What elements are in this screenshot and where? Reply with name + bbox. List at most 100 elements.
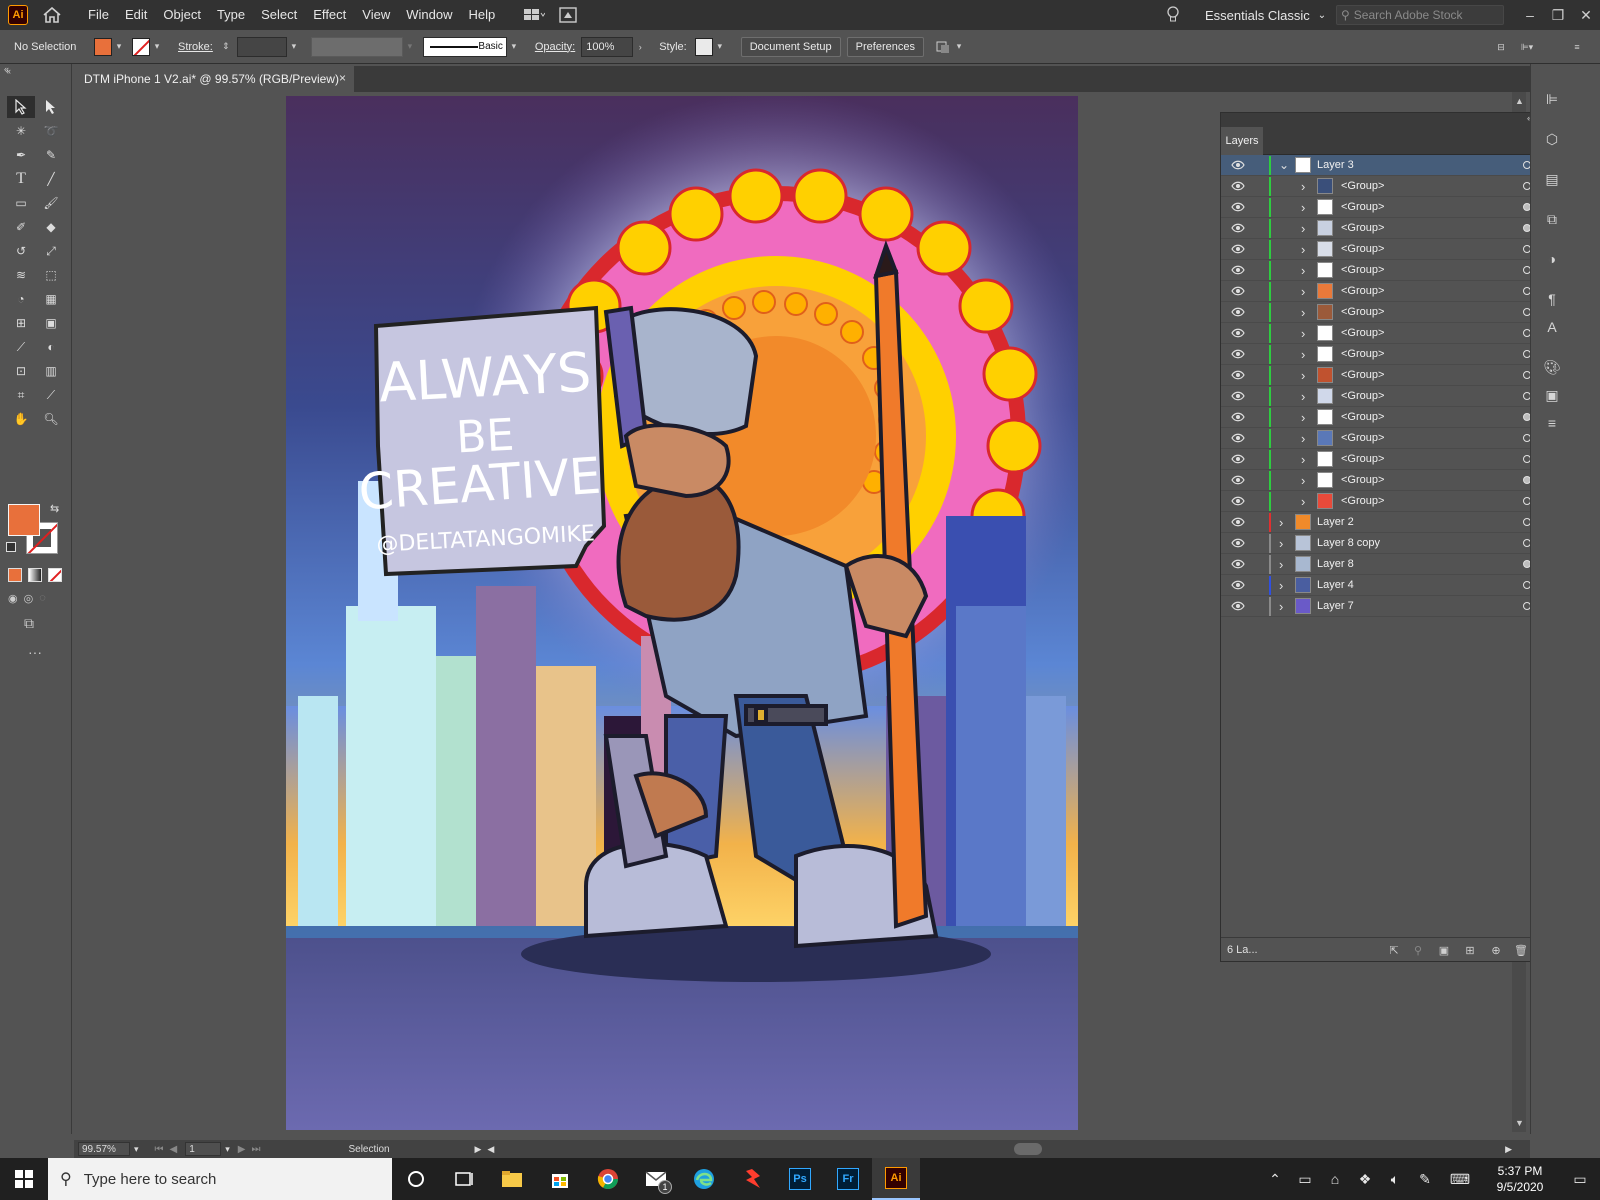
- illustrator-icon[interactable]: Ai: [872, 1158, 920, 1200]
- store-icon[interactable]: [536, 1158, 584, 1200]
- restore-icon[interactable]: ❐: [1544, 7, 1572, 24]
- sublayer-row[interactable]: › <Group>: [1221, 323, 1555, 344]
- layer-name[interactable]: <Group>: [1341, 327, 1384, 339]
- warp-tool-icon[interactable]: ≋: [7, 264, 35, 286]
- chevron-right-icon[interactable]: ›: [1279, 599, 1283, 614]
- paragraph-panel-icon[interactable]: ¶: [1541, 288, 1563, 310]
- chevron-right-icon[interactable]: ›: [1301, 284, 1305, 299]
- visibility-eye-icon[interactable]: [1231, 223, 1245, 233]
- free-transform-tool-icon[interactable]: ⬚: [37, 264, 65, 286]
- lock-toggle[interactable]: [1249, 492, 1263, 511]
- sublayer-row[interactable]: › <Group>: [1221, 344, 1555, 365]
- sublayer-row[interactable]: › <Group>: [1221, 365, 1555, 386]
- color-mode-icon[interactable]: [8, 568, 22, 582]
- column-graph-tool-icon[interactable]: ▥: [37, 360, 65, 382]
- brush-dropdown-icon[interactable]: ▾: [507, 38, 521, 56]
- lock-toggle[interactable]: [1249, 366, 1263, 385]
- align-icon[interactable]: ⊟: [1494, 38, 1508, 56]
- lock-toggle[interactable]: [1249, 555, 1263, 574]
- chevron-right-icon[interactable]: ›: [1301, 431, 1305, 446]
- visibility-eye-icon[interactable]: [1231, 286, 1245, 296]
- sublayer-row[interactable]: › <Group>: [1221, 302, 1555, 323]
- artboard-tool-icon[interactable]: ⌗: [7, 384, 35, 406]
- appearance-panel-icon[interactable]: ◑: [1541, 248, 1563, 270]
- perspective-grid-tool-icon[interactable]: ▦: [37, 288, 65, 310]
- visibility-eye-icon[interactable]: [1231, 328, 1245, 338]
- lock-toggle[interactable]: [1249, 156, 1263, 175]
- mesh-tool-icon[interactable]: ⊞: [7, 312, 35, 334]
- layer-name[interactable]: Layer 7: [1317, 600, 1354, 612]
- lock-toggle[interactable]: [1249, 534, 1263, 553]
- fill-color-button[interactable]: [94, 37, 112, 56]
- brush-definition[interactable]: Basic: [422, 36, 507, 57]
- opacity-label[interactable]: Opacity:: [535, 41, 575, 53]
- layer-name[interactable]: <Group>: [1341, 306, 1384, 318]
- layer-row[interactable]: › Layer 8 copy: [1221, 533, 1555, 554]
- keyboard-icon[interactable]: ⌨: [1440, 1158, 1480, 1200]
- lasso-tool-icon[interactable]: ➰: [37, 120, 65, 142]
- fill-dropdown-icon[interactable]: ▾: [112, 38, 126, 56]
- network-icon[interactable]: ⌂: [1320, 1158, 1350, 1200]
- chevron-right-icon[interactable]: ›: [1301, 221, 1305, 236]
- layer-name[interactable]: <Group>: [1341, 243, 1384, 255]
- rotate-tool-icon[interactable]: ↺: [7, 240, 35, 262]
- layer-name[interactable]: Layer 4: [1317, 579, 1354, 591]
- draw-behind-icon[interactable]: ◎: [24, 592, 34, 605]
- style-dropdown-icon[interactable]: ▾: [713, 38, 727, 56]
- chevron-right-icon[interactable]: ›: [1301, 179, 1305, 194]
- pen-tool-icon[interactable]: ✒: [7, 144, 35, 166]
- visibility-eye-icon[interactable]: [1231, 181, 1245, 191]
- layer-row[interactable]: › Layer 4: [1221, 575, 1555, 596]
- distribute-icon[interactable]: ⊫▾: [1516, 38, 1538, 56]
- color-panel-icon[interactable]: 🎨︎: [1541, 356, 1563, 378]
- document-tab[interactable]: DTM iPhone 1 V2.ai* @ 99.57% (RGB/Previe…: [74, 66, 354, 92]
- libraries-panel-icon[interactable]: ⬡: [1541, 128, 1563, 150]
- document-setup-button[interactable]: Document Setup: [740, 36, 841, 57]
- symbol-sprayer-tool-icon[interactable]: ⊡: [7, 360, 35, 382]
- sublayer-row[interactable]: › <Group>: [1221, 197, 1555, 218]
- chevron-right-icon[interactable]: ›: [1301, 200, 1305, 215]
- visibility-eye-icon[interactable]: [1231, 202, 1245, 212]
- mail-icon[interactable]: 1: [632, 1158, 680, 1200]
- sublayer-row[interactable]: › <Group>: [1221, 449, 1555, 470]
- visibility-eye-icon[interactable]: [1231, 538, 1245, 548]
- battery-icon[interactable]: ▭: [1290, 1158, 1320, 1200]
- eyedropper-tool-icon[interactable]: ⟋: [7, 336, 35, 358]
- opacity-arrow-icon[interactable]: ›: [633, 38, 647, 56]
- clock[interactable]: 5:37 PM 9/5/2020: [1480, 1163, 1560, 1195]
- layer-row[interactable]: › Layer 8: [1221, 554, 1555, 575]
- hand-tool-icon[interactable]: ✋: [7, 408, 35, 430]
- visibility-eye-icon[interactable]: [1231, 244, 1245, 254]
- preferences-button[interactable]: Preferences: [846, 36, 924, 57]
- visibility-eye-icon[interactable]: [1231, 580, 1245, 590]
- app-icon[interactable]: [728, 1158, 776, 1200]
- screen-mode-icon[interactable]: ⧉: [24, 615, 34, 632]
- arrange-documents-icon[interactable]: [521, 4, 547, 26]
- home-icon[interactable]: [40, 4, 64, 26]
- sublayer-row[interactable]: › <Group>: [1221, 386, 1555, 407]
- lock-toggle[interactable]: [1249, 345, 1263, 364]
- sublayer-row[interactable]: › <Group>: [1221, 176, 1555, 197]
- layer-name[interactable]: <Group>: [1341, 390, 1384, 402]
- visibility-eye-icon[interactable]: [1231, 517, 1245, 527]
- layer-name[interactable]: <Group>: [1341, 222, 1384, 234]
- none-mode-icon[interactable]: [48, 568, 62, 582]
- chevron-right-icon[interactable]: ›: [1279, 578, 1283, 593]
- lock-toggle[interactable]: [1249, 576, 1263, 595]
- volume-icon[interactable]: 🔈︎: [1380, 1158, 1410, 1200]
- lock-toggle[interactable]: [1249, 261, 1263, 280]
- chevron-right-icon[interactable]: ›: [1279, 557, 1283, 572]
- chevron-right-icon[interactable]: ›: [1301, 389, 1305, 404]
- menu-view[interactable]: View: [354, 0, 398, 30]
- menu-type[interactable]: Type: [209, 0, 253, 30]
- panel-menu-icon[interactable]: ≡: [1570, 38, 1584, 56]
- lock-toggle[interactable]: [1249, 471, 1263, 490]
- photoshop-icon[interactable]: Ps: [776, 1158, 824, 1200]
- chevron-right-icon[interactable]: ›: [1279, 515, 1283, 530]
- type-tool-icon[interactable]: T: [7, 168, 35, 190]
- chevron-right-icon[interactable]: ›: [1301, 452, 1305, 467]
- profile-dropdown-icon[interactable]: ▾: [403, 38, 417, 56]
- properties-panel-icon[interactable]: ▤: [1541, 168, 1563, 190]
- sublayer-row[interactable]: › <Group>: [1221, 218, 1555, 239]
- locate-object-icon[interactable]: ⚲: [1411, 943, 1425, 957]
